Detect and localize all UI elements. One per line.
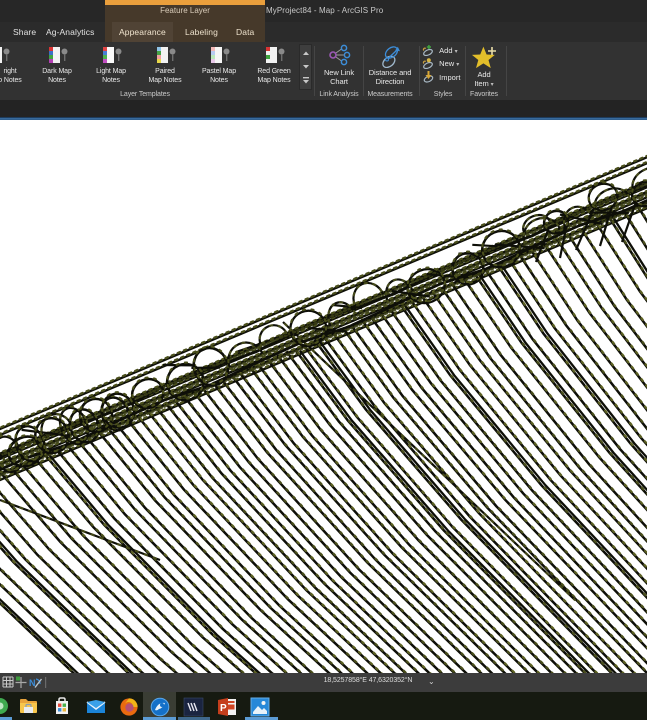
svg-text:N: N <box>29 678 36 688</box>
svg-text:P: P <box>220 703 227 714</box>
